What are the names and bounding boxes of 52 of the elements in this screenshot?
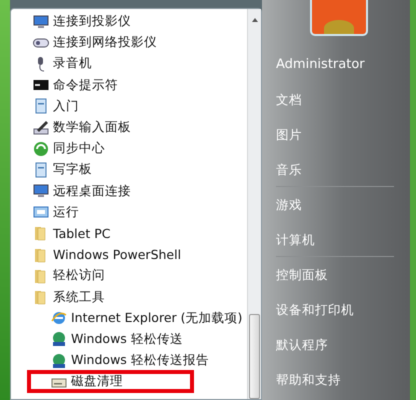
globe-icon xyxy=(51,331,67,348)
program-label: 连接到网络投影仪 xyxy=(53,34,157,52)
program-item[interactable]: 轻松访问 xyxy=(11,265,247,286)
program-label: 连接到投影仪 xyxy=(53,13,131,30)
monitor-icon xyxy=(33,14,49,30)
monitor-icon xyxy=(33,183,49,200)
user-name[interactable]: Administrator xyxy=(276,48,394,82)
program-label: 录音机 xyxy=(53,55,92,72)
program-item[interactable]: Tablet PC xyxy=(11,222,247,244)
program-item[interactable]: 录音机 xyxy=(11,53,247,75)
sync-icon xyxy=(33,140,49,157)
place-item[interactable]: 设备和打印机 xyxy=(276,292,394,327)
user-picture xyxy=(310,0,368,36)
program-label: Internet Explorer (无加载项) xyxy=(71,310,242,327)
window-icon xyxy=(33,204,49,220)
scroll-up-icon[interactable] xyxy=(250,17,258,23)
program-item[interactable]: 入门 xyxy=(11,96,247,117)
program-item[interactable]: 连接到网络投影仪 xyxy=(11,32,247,54)
program-item[interactable]: 远程桌面连接 xyxy=(11,180,247,202)
program-label: Windows 轻松传送 xyxy=(71,330,183,348)
pen-icon xyxy=(33,120,49,136)
program-item[interactable]: 磁盘清理 xyxy=(28,371,193,392)
scrollbar[interactable] xyxy=(247,9,261,399)
program-item[interactable]: Windows 轻松传送 xyxy=(11,328,247,350)
program-label: 同步中心 xyxy=(53,140,105,158)
program-item[interactable]: 连接到投影仪 xyxy=(11,11,247,32)
program-label: 命令提示符 xyxy=(53,76,118,94)
program-label: 入门 xyxy=(53,98,79,115)
program-label: 数学输入面板 xyxy=(53,119,131,136)
program-item[interactable]: 运行 xyxy=(11,202,247,223)
program-item[interactable]: Windows 轻松传送报告 xyxy=(11,350,247,372)
document-icon xyxy=(33,98,49,114)
globe-icon xyxy=(51,352,67,369)
program-label: 写字板 xyxy=(53,161,92,178)
program-item[interactable]: 写字板 xyxy=(11,159,247,180)
scrollbar-thumb[interactable] xyxy=(249,314,260,399)
program-item[interactable]: 命令提示符 xyxy=(11,74,247,96)
program-item[interactable]: 系统工具 xyxy=(11,286,247,308)
program-label: Tablet PC xyxy=(53,226,110,241)
program-label: 远程桌面连接 xyxy=(53,182,131,200)
program-label: 轻松访问 xyxy=(53,267,105,284)
program-label: 运行 xyxy=(53,204,79,221)
program-item[interactable]: Windows PowerShell xyxy=(11,244,247,266)
program-item[interactable]: 同步中心 xyxy=(11,138,247,160)
program-item[interactable]: Internet Explorer (无加载项) xyxy=(11,308,247,329)
program-label: 磁盘清理 xyxy=(71,373,123,390)
program-label: Windows 轻松传送报告 xyxy=(71,352,209,370)
document-icon xyxy=(33,162,49,178)
browser-icon xyxy=(51,310,67,326)
program-label: 系统工具 xyxy=(53,288,105,306)
program-label: Windows PowerShell xyxy=(53,247,182,262)
program-item[interactable]: 数学输入面板 xyxy=(11,116,247,138)
